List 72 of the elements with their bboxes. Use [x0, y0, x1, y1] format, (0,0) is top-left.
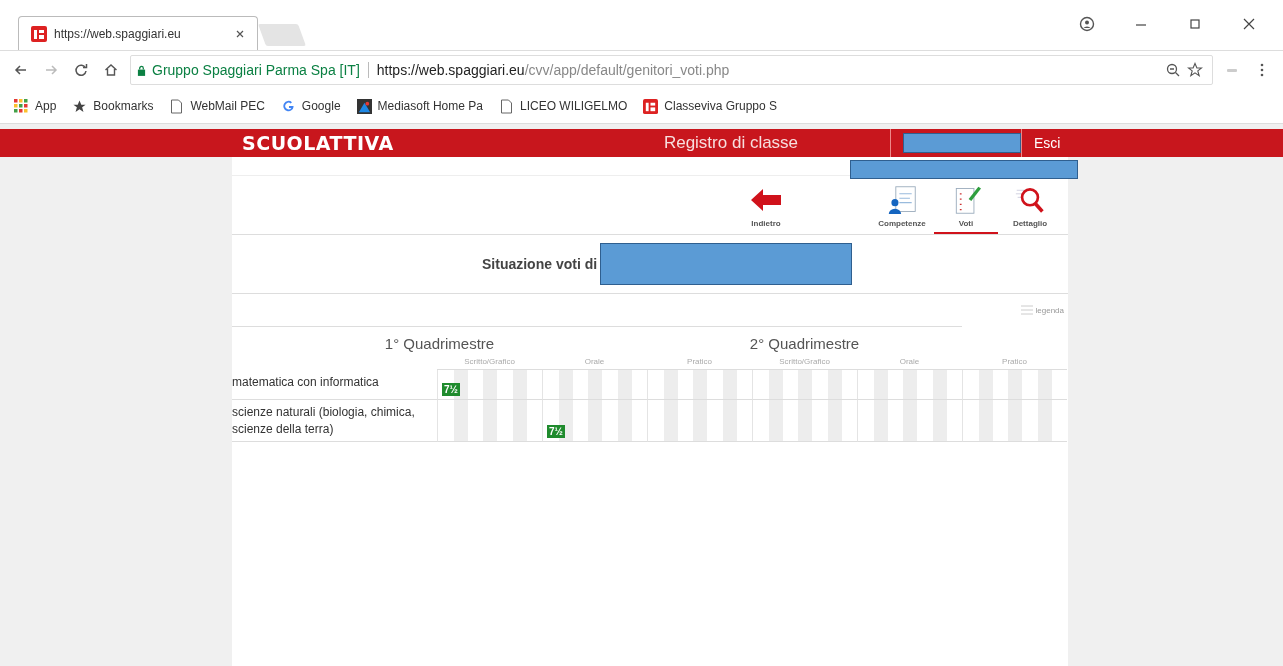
grade-badge[interactable]: 7½ — [547, 424, 565, 438]
column-stripe — [1037, 400, 1052, 441]
google-icon — [280, 98, 296, 114]
column-stripe — [932, 400, 947, 441]
page-icon — [169, 98, 185, 114]
column-stripe — [512, 400, 527, 441]
lock-icon — [137, 64, 146, 76]
column-stripe — [663, 370, 678, 399]
close-icon[interactable] — [1241, 16, 1257, 32]
column-stripe — [483, 400, 497, 441]
mediasoft-logo-icon — [356, 98, 372, 114]
header-title: Registro di classe — [662, 133, 800, 153]
column-stripe — [1008, 370, 1022, 399]
profile-icon[interactable] — [1079, 16, 1095, 32]
bookmark[interactable]: Google — [280, 98, 341, 114]
grade-badge[interactable]: 7½ — [442, 383, 460, 396]
toolbar-button[interactable]: Indietro — [734, 185, 798, 234]
toolbar-button[interactable]: Competenze — [870, 185, 934, 234]
column-stripe — [617, 370, 632, 399]
column-stripe — [693, 370, 707, 399]
column-stripe — [903, 400, 917, 441]
bookmark[interactable]: WebMail PEC — [169, 98, 265, 114]
bookmark[interactable]: Classeviva Gruppo S — [643, 98, 778, 114]
toolbar-button[interactable]: Dettaglio — [998, 185, 1062, 234]
address-bar[interactable]: Gruppo Spaggiari Parma Spa [IT] https://web.spaggiari.eu/cvv/app/default/genitori_voti.php — [130, 55, 1213, 85]
bookmark[interactable]: Bookmarks — [72, 98, 154, 114]
bookmark[interactable]: LICEO WILIGELMO — [498, 98, 628, 114]
browser-tab[interactable]: https://web.spaggiari.eu — [18, 16, 258, 50]
column-stripe — [873, 400, 888, 441]
column-stripe — [798, 400, 812, 441]
subject-name: scienze naturali (biologia, chimica, scienze della terra) — [232, 400, 437, 442]
column-stripe — [483, 370, 497, 399]
column-stripe — [827, 400, 842, 441]
column-stripe — [1037, 370, 1052, 399]
school-logo-icon — [643, 98, 659, 114]
list-icon — [1020, 305, 1033, 315]
column-stripe — [588, 370, 602, 399]
toolbar-button[interactable]: Voti — [934, 185, 998, 234]
page-icon — [498, 98, 514, 114]
column-stripe — [512, 370, 527, 399]
column-stripe — [873, 370, 888, 399]
column-stripe — [768, 370, 783, 399]
column-stripe — [588, 400, 602, 441]
page-title: Situazione voti di — [482, 256, 598, 272]
school-logo-icon — [31, 25, 47, 42]
column-stripe — [663, 400, 678, 441]
column-stripe — [617, 400, 632, 441]
column-stripe — [798, 370, 812, 399]
column-stripe — [1008, 400, 1022, 441]
column-stripe — [978, 370, 993, 399]
column-stripe — [768, 400, 783, 441]
column-stripe — [827, 370, 842, 399]
close-icon[interactable] — [235, 28, 245, 39]
column-stripe — [693, 400, 707, 441]
column-stripe — [978, 400, 993, 441]
column-stripe — [722, 400, 737, 441]
star-icon[interactable] — [1184, 62, 1206, 78]
url-origin: https://web.spaggiari.eu — [376, 62, 525, 78]
apps-grid-icon — [14, 98, 29, 114]
subject-name: matematica con informatica — [232, 370, 437, 400]
column-stripe — [722, 370, 737, 399]
bookmark[interactable]: Mediasoft Home Pa — [356, 98, 483, 114]
period-header: 2° Quadrimestre — [647, 326, 962, 355]
period-header: 1° Quadrimestre — [232, 326, 647, 355]
site-identity: Gruppo Spaggiari Parma Spa [IT] — [152, 62, 360, 78]
url-path: /cvv/app/default/genitori_voti.php — [524, 62, 730, 78]
tab-title: https://web.spaggiari.eu — [54, 26, 182, 41]
maximize-icon[interactable] — [1187, 16, 1203, 32]
column-stripe — [932, 370, 947, 399]
column-stripe — [903, 370, 917, 399]
logo: SCUOLATTIVA — [242, 132, 395, 154]
bookmark[interactable]: App — [14, 98, 57, 114]
